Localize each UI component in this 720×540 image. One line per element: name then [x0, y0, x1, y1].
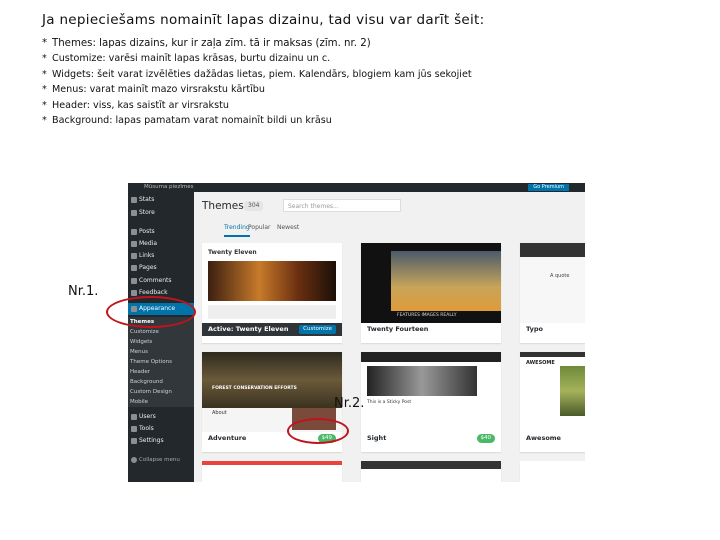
bullet-item: * Themes: lapas dizains, kur ir zaļa zīm.…: [42, 38, 371, 49]
submenu-theme-options[interactable]: Theme Options: [128, 357, 194, 367]
settings-icon: [131, 438, 137, 444]
label-nr2: Nr.2.: [334, 396, 365, 411]
link-icon: [131, 253, 137, 259]
theme-card-sight[interactable]: This is a Sticky Post Sight $40: [361, 352, 501, 452]
tab-newest[interactable]: Newest: [277, 221, 299, 235]
wrench-icon: [131, 426, 137, 432]
annotation-ellipse-price: [287, 418, 349, 444]
bullet-item: * Widgets: šeit varat izvēlēties dažādas …: [42, 68, 472, 80]
submenu-background[interactable]: Background: [128, 377, 194, 387]
header-photo: [560, 366, 585, 416]
bullet-list: * Themes: lapas dizains, kur ir zaļa zīm.…: [42, 36, 472, 128]
theme-thumbnail: FEATURES IMAGES REALLY: [361, 243, 501, 323]
theme-thumbnail: A quote: [520, 243, 585, 323]
theme-card-partial[interactable]: [202, 461, 342, 482]
sidebar-item-settings[interactable]: Settings: [128, 435, 194, 447]
bullet-item: * Menus: varat mainīt mazo virsrakstu kār…: [42, 84, 265, 96]
site-name[interactable]: Mūsuma piezīmes: [144, 183, 193, 192]
theme-thumbnail: AWESOME: [520, 352, 585, 432]
admin-sidebar: Stats Store Posts Media Links Pages Comm…: [128, 192, 194, 482]
premium-price-badge[interactable]: $40: [476, 434, 495, 443]
header-photo: [391, 251, 501, 311]
search-themes-input[interactable]: Search themes...: [283, 199, 401, 212]
submenu-header[interactable]: Header: [128, 367, 194, 377]
collapse-icon: [131, 457, 137, 463]
sidebar-item-comments[interactable]: Comments: [128, 275, 194, 287]
go-premium-button[interactable]: Go Premium: [528, 184, 569, 191]
label-nr1: Nr.1.: [68, 284, 99, 299]
user-icon: [131, 414, 137, 420]
submenu-mobile[interactable]: Mobile: [128, 397, 194, 407]
sidebar-item-posts[interactable]: Posts: [128, 226, 194, 238]
bullet-item: * Header: viss, kas saistīt ar virsrakstu: [42, 99, 229, 111]
sidebar-item-stats[interactable]: Stats: [128, 194, 194, 206]
admin-topbar: Mūsuma piezīmes Go Premium: [128, 183, 585, 192]
sidebar-item-links[interactable]: Links: [128, 250, 194, 262]
theme-card-partial[interactable]: [520, 461, 585, 482]
page-title: Themes: [202, 200, 244, 212]
theme-card-awesome[interactable]: AWESOME Awesome: [520, 352, 585, 452]
theme-thumbnail: Twenty Eleven: [202, 243, 342, 323]
header-photo: [367, 366, 477, 396]
theme-card-partial[interactable]: [361, 461, 501, 482]
feedback-icon: [131, 290, 137, 296]
bullet-item: * Customize: varēsi mainīt lapas krāsas, …: [42, 53, 331, 65]
tab-popular[interactable]: Popular: [248, 221, 271, 235]
slide-title: Ja nepieciešams nomainīt lapas dizainu, …: [42, 12, 485, 28]
sidebar-item-media[interactable]: Media: [128, 238, 194, 250]
sidebar-item-users[interactable]: Users: [128, 411, 194, 423]
theme-filter-tabs: Trending Popular Newest: [202, 221, 582, 237]
page-icon: [131, 265, 137, 271]
sidebar-item-pages[interactable]: Pages: [128, 262, 194, 274]
sidebar-item-store[interactable]: Store: [128, 207, 194, 219]
submenu-custom-design[interactable]: Custom Design: [128, 387, 194, 397]
store-icon: [131, 210, 137, 216]
theme-thumbnail: This is a Sticky Post: [361, 352, 501, 432]
submenu-menus[interactable]: Menus: [128, 347, 194, 357]
sidebar-item-tools[interactable]: Tools: [128, 423, 194, 435]
submenu-widgets[interactable]: Widgets: [128, 337, 194, 347]
submenu-customize[interactable]: Customize: [128, 327, 194, 337]
header-photo: [208, 261, 336, 301]
tab-trending[interactable]: Trending: [224, 221, 250, 237]
theme-card-twenty-fourteen[interactable]: FEATURES IMAGES REALLY Twenty Fourteen: [361, 243, 501, 343]
pin-icon: [131, 229, 137, 235]
header-photo: [202, 352, 342, 408]
annotation-ellipse-appearance: [106, 296, 196, 328]
media-icon: [131, 241, 137, 247]
customize-button[interactable]: Customize: [299, 325, 336, 334]
stats-icon: [131, 197, 137, 203]
theme-card-twenty-eleven[interactable]: Twenty Eleven Active: Twenty Eleven Cust…: [202, 243, 342, 343]
theme-card-typo[interactable]: A quote Typo: [520, 243, 585, 343]
wordpress-screenshot: Mūsuma piezīmes Go Premium Stats Store P…: [128, 183, 585, 482]
themes-count-badge: 304: [244, 201, 264, 211]
bullet-item: * Background: lapas pamatam varat nomainī…: [42, 115, 332, 127]
comment-icon: [131, 278, 137, 284]
collapse-menu-button[interactable]: Collapse menu: [128, 454, 194, 466]
